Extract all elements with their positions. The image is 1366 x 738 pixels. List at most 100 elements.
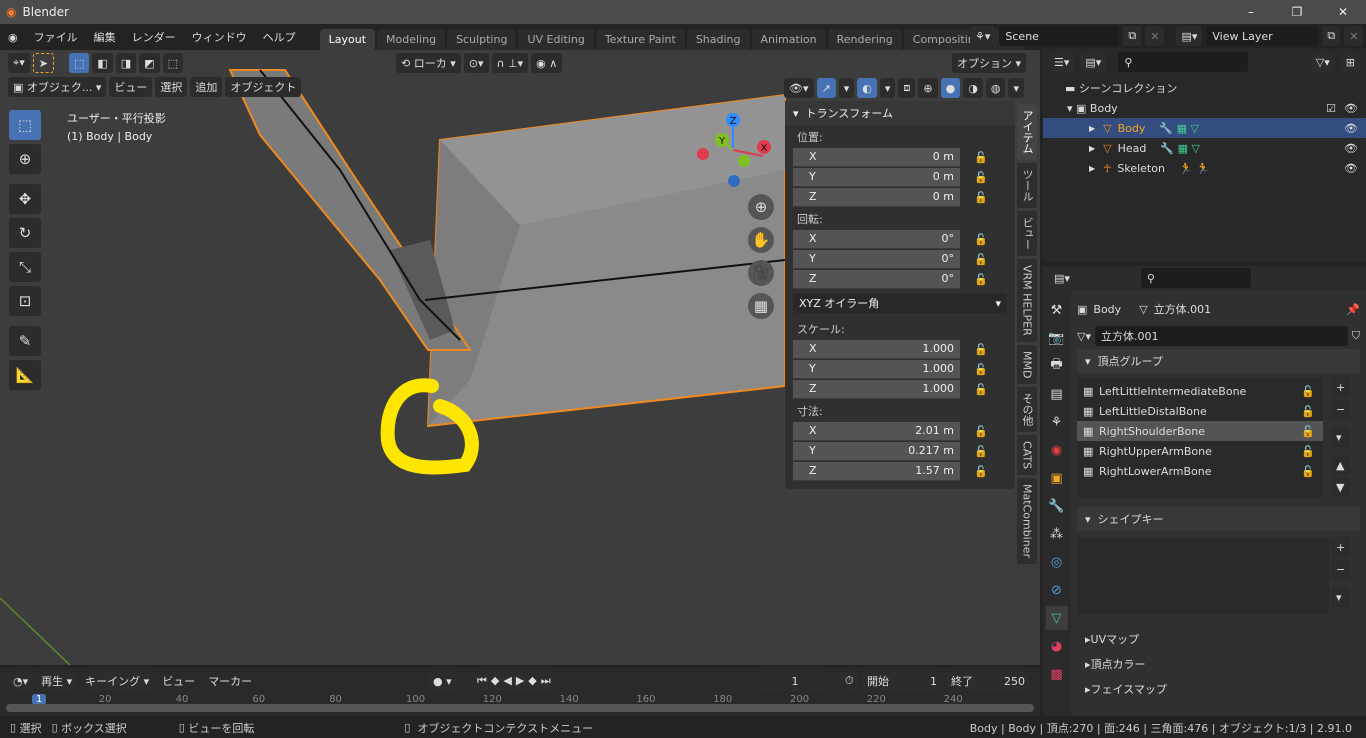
vertex-group-specials-button[interactable]: ▾ <box>1331 427 1351 447</box>
dimensions-z-field[interactable]: Z 1.57 m <box>793 461 960 481</box>
rotate-tool-icon[interactable]: ↻ <box>9 218 41 248</box>
vertex-group-item[interactable]: ▦ RightLowerArmBone 🔓 <box>1077 461 1323 481</box>
playback-controls[interactable]: ⏮◆◀▶◆⏭ <box>472 671 560 691</box>
add-shape-key-button[interactable]: + <box>1331 537 1351 557</box>
scale-x-field[interactable]: X 1.000 <box>793 339 960 359</box>
lock-icon[interactable]: 🔓 <box>974 383 988 396</box>
sidebar-tab-cats[interactable]: CATS <box>1017 435 1037 476</box>
vertex-group-item[interactable]: ▦ RightShoulderBone 🔓 <box>1077 421 1323 441</box>
shading-wireframe-icon[interactable]: ⊕ <box>918 78 938 98</box>
remove-view-layer-icon[interactable]: ✕ <box>1344 26 1364 46</box>
vertex-group-item[interactable]: ▦ LeftLittleDistalBone 🔓 <box>1077 401 1323 421</box>
visibility-icon[interactable]: 👁▾ <box>784 78 814 98</box>
select-mode-subtract-icon[interactable]: ◨ <box>115 53 137 73</box>
filter-icon[interactable]: ▽▾ <box>1310 52 1335 72</box>
timeline-scrollbar[interactable] <box>6 704 1034 712</box>
transform-tool-icon[interactable]: ⊡ <box>9 286 41 316</box>
tool-tab-icon[interactable]: ⚒ <box>1046 298 1068 322</box>
move-down-button[interactable]: ▼ <box>1331 477 1351 497</box>
grid-view-icon[interactable]: ▦ <box>748 293 774 319</box>
scene-name-field[interactable]: Scene <box>999 26 1120 46</box>
timeline-editor-type-icon[interactable]: ◔▾ <box>8 671 34 691</box>
scale-tool-icon[interactable]: ⤡ <box>9 252 41 282</box>
scene-selector-icon[interactable]: ⚘▾ <box>970 26 996 46</box>
rotation-mode-dropdown[interactable]: XYZ オイラー角 ▾ <box>793 293 1007 313</box>
sidebar-tab-vrm-helper[interactable]: VRM HELPER <box>1017 259 1037 342</box>
shading-material-icon[interactable]: ◑ <box>963 78 983 98</box>
select-box-tool-icon[interactable]: ⬚ <box>9 110 41 140</box>
properties-section-header[interactable]: ▸ 頂点カラー <box>1077 652 1360 676</box>
collection-checkbox[interactable]: ☑ <box>1326 102 1336 115</box>
shading-dropdown[interactable]: ▾ <box>1008 78 1024 98</box>
pan-hand-icon[interactable]: ✋ <box>748 227 774 253</box>
texture-tab-icon[interactable]: ▩ <box>1046 662 1068 686</box>
lock-icon[interactable]: 🔓 <box>974 343 988 356</box>
lock-icon[interactable]: 🔓 <box>1301 445 1315 458</box>
mesh-data-tab-icon[interactable]: ▽ <box>1045 606 1068 630</box>
tab-uv-editing[interactable]: UV Editing <box>518 29 594 50</box>
render-tab-icon[interactable]: 📷 <box>1046 326 1068 350</box>
location-z-field[interactable]: Z 0 m <box>793 187 960 207</box>
select-tool-icon[interactable]: ➤ <box>32 53 54 73</box>
menu-object[interactable]: オブジェクト <box>225 77 302 97</box>
transform-orientation-dropdown[interactable]: ⟲ ローカ ▾ <box>396 53 461 73</box>
tab-layout[interactable]: Layout <box>319 29 376 50</box>
visibility-eye-icon[interactable]: 👁 <box>1344 122 1358 135</box>
timeline-view-menu[interactable]: ビュー <box>157 671 200 691</box>
copy-view-layer-icon[interactable]: ⧉ <box>1322 26 1341 46</box>
sidebar-tab-その他[interactable]: その他 <box>1017 387 1037 433</box>
expand-arrow-icon[interactable]: ▶ <box>1089 164 1095 173</box>
menu-select[interactable]: 選択 <box>155 77 188 97</box>
mesh-datablock-field[interactable]: 立方体.001 <box>1094 326 1348 346</box>
menu-view[interactable]: ビュー <box>109 77 153 97</box>
select-mode-new-icon[interactable]: ⬚ <box>68 53 90 73</box>
camera-icon[interactable]: 🎥 <box>748 260 774 286</box>
visibility-eye-icon[interactable]: 👁 <box>1344 142 1358 155</box>
properties-editor-type-icon[interactable]: ▤▾ <box>1049 268 1075 288</box>
properties-search-input[interactable]: ⚲ <box>1140 268 1251 288</box>
start-frame-field[interactable]: 開始 1 <box>862 671 942 691</box>
navigation-gizmo[interactable]: Z X Y <box>690 110 780 190</box>
tab-shading[interactable]: Shading <box>686 29 750 50</box>
tab-rendering[interactable]: Rendering <box>827 29 902 50</box>
collection-row[interactable]: ▾ ▣ Body ☑ 👁 <box>1043 98 1366 118</box>
cursor-tool-icon[interactable]: ⊕ <box>9 144 41 174</box>
move-tool-icon[interactable]: ✥ <box>9 184 41 214</box>
shading-solid-icon[interactable]: ● <box>940 78 961 98</box>
expand-arrow-icon[interactable]: ▶ <box>1089 144 1095 153</box>
menu-edit[interactable]: 編集 <box>86 29 124 45</box>
menu-window[interactable]: ウィンドウ <box>184 29 255 45</box>
shading-rendered-icon[interactable]: ◍ <box>985 78 1006 98</box>
rotation-z-field[interactable]: Z 0° <box>793 269 960 289</box>
zoom-icon[interactable]: ⊕ <box>748 194 774 220</box>
dimensions-y-field[interactable]: Y 0.217 m <box>793 441 960 461</box>
shape-key-list[interactable] <box>1077 537 1329 615</box>
location-x-field[interactable]: X 0 m <box>793 147 960 167</box>
vertex-group-item[interactable]: ▦ LeftLittleIntermediateBone 🔓 <box>1077 381 1323 401</box>
snap-icon[interactable]: ∩ ⊥▾ <box>491 53 529 73</box>
tab-modeling[interactable]: Modeling <box>377 29 446 50</box>
playback-menu[interactable]: 再生 ▾ <box>36 671 78 691</box>
view-layer-icon[interactable]: ▤▾ <box>1176 26 1203 46</box>
preview-range-icon[interactable]: ⏱ <box>840 671 859 691</box>
shape-key-specials-button[interactable]: ▾ <box>1331 587 1351 607</box>
mesh-browse-icon[interactable]: ▽▾ <box>1077 330 1091 343</box>
move-up-button[interactable]: ▲ <box>1331 455 1351 475</box>
transform-panel-header[interactable]: ▾ トランスフォーム <box>785 101 1015 125</box>
remove-shape-key-button[interactable]: − <box>1331 559 1351 579</box>
output-tab-icon[interactable]: 🖶 <box>1046 354 1068 378</box>
remove-vertex-group-button[interactable]: − <box>1331 399 1351 419</box>
vertex-group-item[interactable]: ▦ RightUpperArmBone 🔓 <box>1077 441 1323 461</box>
scale-y-field[interactable]: Y 1.000 <box>793 359 960 379</box>
keying-menu[interactable]: キーイング ▾ <box>80 671 155 691</box>
object-tab-icon[interactable]: ▣ <box>1046 466 1068 490</box>
sidebar-tab-ビュー[interactable]: ビュー <box>1017 211 1037 256</box>
lock-icon[interactable]: 🔓 <box>974 273 988 286</box>
sidebar-tab-mmd[interactable]: MMD <box>1017 344 1037 385</box>
options-dropdown[interactable]: オプション ▾ <box>952 53 1027 73</box>
annotate-tool-icon[interactable]: ✎ <box>9 326 41 356</box>
lock-icon[interactable]: 🔓 <box>974 425 988 438</box>
location-y-field[interactable]: Y 0 m <box>793 167 960 187</box>
editor-type-button[interactable]: ⌖▾ <box>8 53 30 73</box>
material-tab-icon[interactable]: ◕ <box>1046 634 1068 658</box>
